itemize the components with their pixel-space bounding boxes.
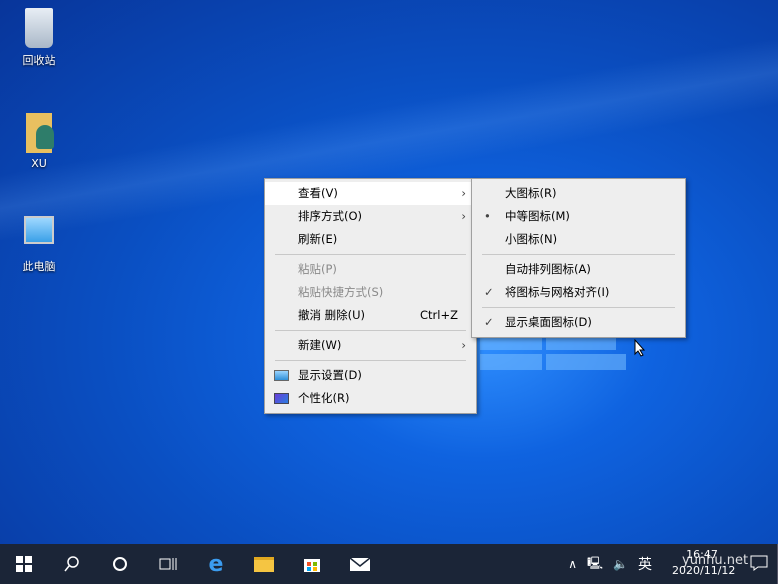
mail-icon bbox=[349, 557, 371, 571]
menu-item-small-icons[interactable]: 小图标(N) bbox=[472, 228, 685, 251]
menu-separator bbox=[275, 330, 466, 331]
start-button[interactable] bbox=[0, 544, 48, 584]
mail-button[interactable] bbox=[336, 544, 384, 584]
desktop-icon-label: 此电脑 bbox=[22, 260, 56, 273]
menu-separator bbox=[275, 360, 466, 361]
computer-icon bbox=[24, 216, 54, 244]
ime-indicator[interactable]: 英 bbox=[638, 554, 652, 574]
menu-item-personalize[interactable]: 个性化(R) bbox=[265, 387, 476, 410]
chevron-right-icon: › bbox=[461, 209, 466, 223]
menu-item-refresh[interactable]: 刷新(E) bbox=[265, 228, 476, 251]
desktop-icon-this-pc[interactable]: 此电脑 bbox=[9, 216, 69, 274]
search-button[interactable] bbox=[48, 544, 96, 584]
network-icon[interactable]: 🖳 bbox=[587, 554, 603, 575]
menu-item-view[interactable]: 查看(V) › bbox=[265, 182, 476, 205]
checkmark-icon: ✓ bbox=[484, 285, 494, 299]
checkmark-icon: ✓ bbox=[484, 315, 494, 329]
mouse-cursor-icon bbox=[634, 339, 646, 357]
desktop-icon-recycle-bin[interactable]: 回收站 bbox=[9, 8, 69, 68]
desktop-icon-user[interactable]: XU bbox=[9, 113, 69, 170]
store-button[interactable] bbox=[288, 544, 336, 584]
menu-separator bbox=[482, 307, 675, 308]
personalize-icon bbox=[274, 393, 289, 404]
menu-item-display-settings[interactable]: 显示设置(D) bbox=[265, 364, 476, 387]
show-hidden-icons-button[interactable]: ∧ bbox=[568, 557, 577, 571]
edge-icon: e bbox=[208, 551, 224, 577]
view-submenu: 大图标(R) • 中等图标(M) 小图标(N) 自动排列图标(A) ✓ 将图标与网格… bbox=[471, 178, 686, 338]
bullet-icon: • bbox=[484, 209, 491, 223]
menu-item-large-icons[interactable]: 大图标(R) bbox=[472, 182, 685, 205]
windows-icon bbox=[16, 556, 32, 572]
display-icon bbox=[274, 370, 289, 381]
menu-label: 刷新(E) bbox=[298, 232, 338, 246]
menu-label: 粘贴(P) bbox=[298, 262, 337, 276]
store-icon bbox=[304, 559, 320, 572]
menu-label: 中等图标(M) bbox=[505, 209, 570, 223]
menu-label: 显示设置(D) bbox=[298, 368, 362, 382]
menu-label: 排序方式(O) bbox=[298, 209, 363, 223]
menu-label: 查看(V) bbox=[298, 186, 338, 200]
menu-label: 小图标(N) bbox=[505, 232, 558, 246]
menu-label: 大图标(R) bbox=[505, 186, 557, 200]
menu-label: 新建(W) bbox=[298, 338, 342, 352]
user-folder-icon bbox=[26, 113, 54, 153]
cortana-button[interactable] bbox=[96, 544, 144, 584]
chevron-right-icon: › bbox=[461, 186, 466, 200]
chevron-right-icon: › bbox=[461, 338, 466, 352]
notification-icon[interactable] bbox=[750, 555, 768, 574]
edge-button[interactable]: e bbox=[192, 544, 240, 584]
task-view-button[interactable] bbox=[144, 544, 192, 584]
menu-label: 粘贴快捷方式(S) bbox=[298, 285, 384, 299]
menu-item-auto-arrange[interactable]: 自动排列图标(A) bbox=[472, 258, 685, 281]
menu-label: 显示桌面图标(D) bbox=[505, 315, 592, 329]
cortana-icon bbox=[113, 557, 127, 571]
menu-label: 将图标与网格对齐(I) bbox=[505, 285, 610, 299]
menu-item-show-desktop-icons[interactable]: ✓ 显示桌面图标(D) bbox=[472, 311, 685, 334]
menu-item-sort[interactable]: 排序方式(O) › bbox=[265, 205, 476, 228]
recycle-bin-icon bbox=[25, 8, 53, 48]
file-explorer-button[interactable] bbox=[240, 544, 288, 584]
menu-label: 撤消 删除(U) bbox=[298, 308, 366, 322]
watermark: yunhu.net bbox=[682, 553, 749, 568]
folder-icon bbox=[254, 556, 274, 572]
desktop-icon-label: 回收站 bbox=[22, 54, 56, 67]
desktop-context-menu: 查看(V) › 排序方式(O) › 刷新(E) 粘贴(P) 粘贴快捷方式(S) 撤消… bbox=[264, 178, 477, 414]
menu-separator bbox=[275, 254, 466, 255]
menu-item-align-to-grid[interactable]: ✓ 将图标与网格对齐(I) bbox=[472, 281, 685, 304]
menu-item-undo-delete[interactable]: 撤消 删除(U) Ctrl+Z bbox=[265, 304, 476, 327]
menu-shortcut: Ctrl+Z bbox=[420, 308, 458, 322]
menu-item-paste: 粘贴(P) bbox=[265, 258, 476, 281]
menu-item-paste-shortcut: 粘贴快捷方式(S) bbox=[265, 281, 476, 304]
menu-label: 个性化(R) bbox=[298, 391, 350, 405]
menu-label: 自动排列图标(A) bbox=[505, 262, 591, 276]
menu-separator bbox=[482, 254, 675, 255]
volume-icon[interactable]: 🔈 bbox=[613, 557, 628, 571]
menu-item-medium-icons[interactable]: • 中等图标(M) bbox=[472, 205, 685, 228]
task-view-icon bbox=[159, 558, 177, 570]
taskbar: e ∧ 🖳 🔈 英 bbox=[0, 544, 778, 584]
search-icon bbox=[64, 556, 79, 572]
desktop-icon-label: XU bbox=[31, 157, 47, 170]
menu-item-new[interactable]: 新建(W) › bbox=[265, 334, 476, 357]
